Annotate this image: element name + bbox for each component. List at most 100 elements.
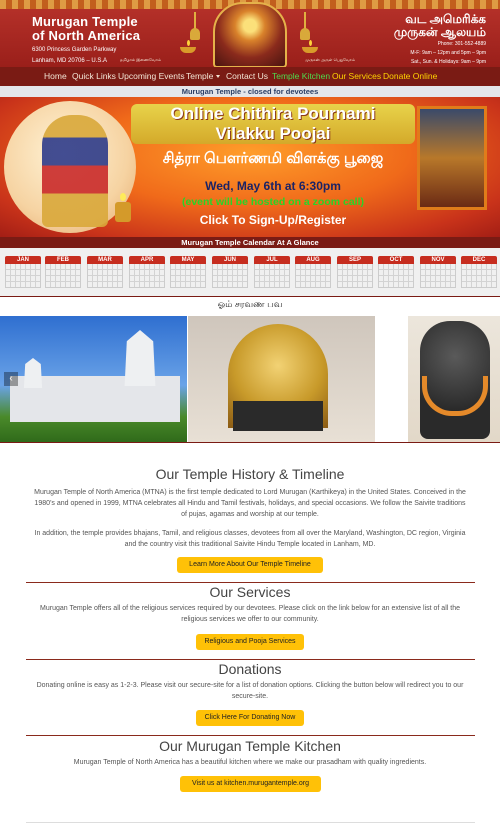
nav-temple-label: Temple bbox=[186, 71, 214, 81]
lamp-icon bbox=[180, 40, 196, 54]
month-label: SEP bbox=[337, 256, 373, 264]
closure-notice: Murugan Temple - closed for devotees bbox=[0, 86, 500, 97]
calendar-icon bbox=[295, 264, 331, 288]
calendar-icon bbox=[212, 264, 248, 288]
month-jun[interactable]: JUN bbox=[212, 256, 248, 288]
month-feb[interactable]: FEB bbox=[45, 256, 81, 288]
calendar-icon bbox=[87, 264, 123, 288]
calendar-icon bbox=[337, 264, 373, 288]
shrine-base bbox=[233, 401, 323, 431]
history-paragraph-2: In addition, the temple provides bhajans… bbox=[34, 530, 466, 548]
month-label: AUG bbox=[295, 256, 331, 264]
kitchen-paragraph: Murugan Temple of North America has a be… bbox=[73, 759, 427, 766]
month-aug[interactable]: AUG bbox=[295, 256, 331, 288]
oil-lamp-icon bbox=[115, 193, 131, 223]
promo-title: Online Chithira Pournami Vilakku Poojai bbox=[131, 104, 415, 144]
calendar-heading: Murugan Temple Calendar At A Glance bbox=[0, 237, 500, 248]
temple-name-line1[interactable]: Murugan Temple bbox=[32, 15, 140, 29]
calendar-icon bbox=[129, 264, 165, 288]
history-paragraph-1: Murugan Temple of North America (MTNA) i… bbox=[34, 489, 466, 518]
month-jul[interactable]: JUL bbox=[254, 256, 290, 288]
calendar-icon bbox=[170, 264, 206, 288]
month-label: DEC bbox=[461, 256, 497, 264]
header-right-block: வட அமெரிக்க முருகன் ஆலயம் Phone: 301-552… bbox=[394, 13, 486, 66]
month-label: OCT bbox=[378, 256, 414, 264]
caret-down-icon bbox=[216, 75, 221, 79]
tamil-tagline-right: முருகன் அருள் பெறுவோம் bbox=[305, 57, 355, 62]
donations-paragraph: Donating online is easy as 1-2-3. Please… bbox=[36, 682, 464, 700]
month-jan[interactable]: JAN bbox=[5, 256, 41, 288]
promo-date: Wed, May 6th at 6:30pm bbox=[205, 179, 341, 193]
divider bbox=[26, 582, 475, 583]
bell-icon bbox=[300, 12, 310, 42]
month-oct[interactable]: OCT bbox=[378, 256, 414, 288]
lamp-icon bbox=[302, 40, 318, 54]
calendar-icon bbox=[254, 264, 290, 288]
calendar-icon bbox=[5, 264, 41, 288]
temple-name-line2[interactable]: of North America bbox=[32, 29, 140, 43]
promo-zoom-note: (event will be hosted on a zoom call) bbox=[181, 196, 365, 208]
bell-icon bbox=[190, 12, 200, 42]
deity-image bbox=[213, 2, 287, 67]
month-label: NOV bbox=[420, 256, 456, 264]
month-strip: JAN FEB MAR APR MAY JUN JUL AUG SEP OCT … bbox=[0, 248, 500, 296]
calendar-icon bbox=[461, 264, 497, 288]
promo-tamil: சித்ரா பௌர்ணமி விளக்கு பூஜை bbox=[162, 150, 384, 167]
month-apr[interactable]: APR bbox=[129, 256, 165, 288]
divider bbox=[0, 296, 500, 297]
month-nov[interactable]: NOV bbox=[420, 256, 456, 288]
divider bbox=[0, 442, 500, 443]
kitchen-title: Our Murugan Temple Kitchen bbox=[159, 738, 341, 754]
kitchen-button[interactable]: Visit us at kitchen.murugantemple.org bbox=[180, 776, 321, 792]
promo-title-line1: Online Chithira Pournami bbox=[170, 104, 376, 123]
photo-gallery[interactable]: ‹ bbox=[0, 316, 500, 442]
ganesha-image bbox=[417, 106, 487, 210]
month-label: MAR bbox=[87, 256, 123, 264]
services-title: Our Services bbox=[209, 584, 291, 600]
main-nav: Home Quick Links Upcoming Events Temple … bbox=[0, 67, 500, 86]
phone-number: Phone: 301-552-4889 bbox=[437, 41, 486, 47]
history-title: Our Temple History & Timeline bbox=[155, 466, 345, 482]
temple-exterior-photo[interactable] bbox=[0, 316, 187, 442]
donations-title: Donations bbox=[218, 661, 282, 677]
deity-statue-photo[interactable] bbox=[408, 316, 500, 442]
calendar-icon bbox=[45, 264, 81, 288]
tamil-title-line2: முருகன் ஆலயம் bbox=[393, 25, 486, 39]
calendar-icon bbox=[420, 264, 456, 288]
nav-temple-kitchen[interactable]: Temple Kitchen bbox=[272, 71, 330, 81]
month-mar[interactable]: MAR bbox=[87, 256, 123, 288]
month-dec[interactable]: DEC bbox=[461, 256, 497, 288]
divider bbox=[26, 822, 475, 823]
chevron-left-icon[interactable]: ‹ bbox=[4, 372, 18, 386]
promo-title-line2: Vilakku Poojai bbox=[215, 124, 331, 143]
month-label: JUL bbox=[254, 256, 290, 264]
promo-register-link[interactable]: Click To Sign-Up/Register bbox=[131, 213, 415, 227]
donate-button[interactable]: Click Here For Donating Now bbox=[196, 710, 304, 726]
calendar-icon bbox=[378, 264, 414, 288]
nav-quick-links[interactable]: Quick Links bbox=[72, 71, 116, 81]
weekday-hours: M-F: 9am – 12pm and 5pm – 9pm bbox=[410, 50, 486, 56]
services-paragraph: Murugan Temple offers all of the religio… bbox=[40, 605, 460, 623]
promo-banner[interactable]: Online Chithira Pournami Vilakku Poojai … bbox=[0, 97, 500, 237]
shrine-photo[interactable] bbox=[188, 316, 375, 442]
goddess-image bbox=[42, 115, 108, 227]
site-header: Murugan Temple of North America 6300 Pri… bbox=[0, 0, 500, 67]
nav-contact-us[interactable]: Contact Us bbox=[226, 71, 268, 81]
nav-donate-online[interactable]: Donate Online bbox=[383, 71, 437, 81]
nav-our-services[interactable]: Our Services bbox=[332, 71, 381, 81]
nav-upcoming-events[interactable]: Upcoming Events bbox=[118, 71, 185, 81]
services-button[interactable]: Religious and Pooja Services bbox=[196, 634, 304, 650]
nav-temple[interactable]: Temple bbox=[186, 71, 221, 81]
divider bbox=[26, 659, 475, 660]
divider bbox=[26, 735, 475, 736]
month-label: APR bbox=[129, 256, 165, 264]
weekend-hours: Sat., Sun. & Holidays: 9am – 9pm bbox=[410, 59, 486, 65]
om-saravana-bhava: ஓம் சரவண பவ bbox=[217, 299, 283, 309]
tamil-tagline-left: தமிழால் இணைவோம் bbox=[120, 57, 162, 62]
month-label: FEB bbox=[45, 256, 81, 264]
timeline-button[interactable]: Learn More About Our Temple Timeline bbox=[177, 557, 323, 573]
month-label: JUN bbox=[212, 256, 248, 264]
month-may[interactable]: MAY bbox=[170, 256, 206, 288]
month-sep[interactable]: SEP bbox=[337, 256, 373, 288]
nav-home[interactable]: Home bbox=[44, 71, 67, 81]
